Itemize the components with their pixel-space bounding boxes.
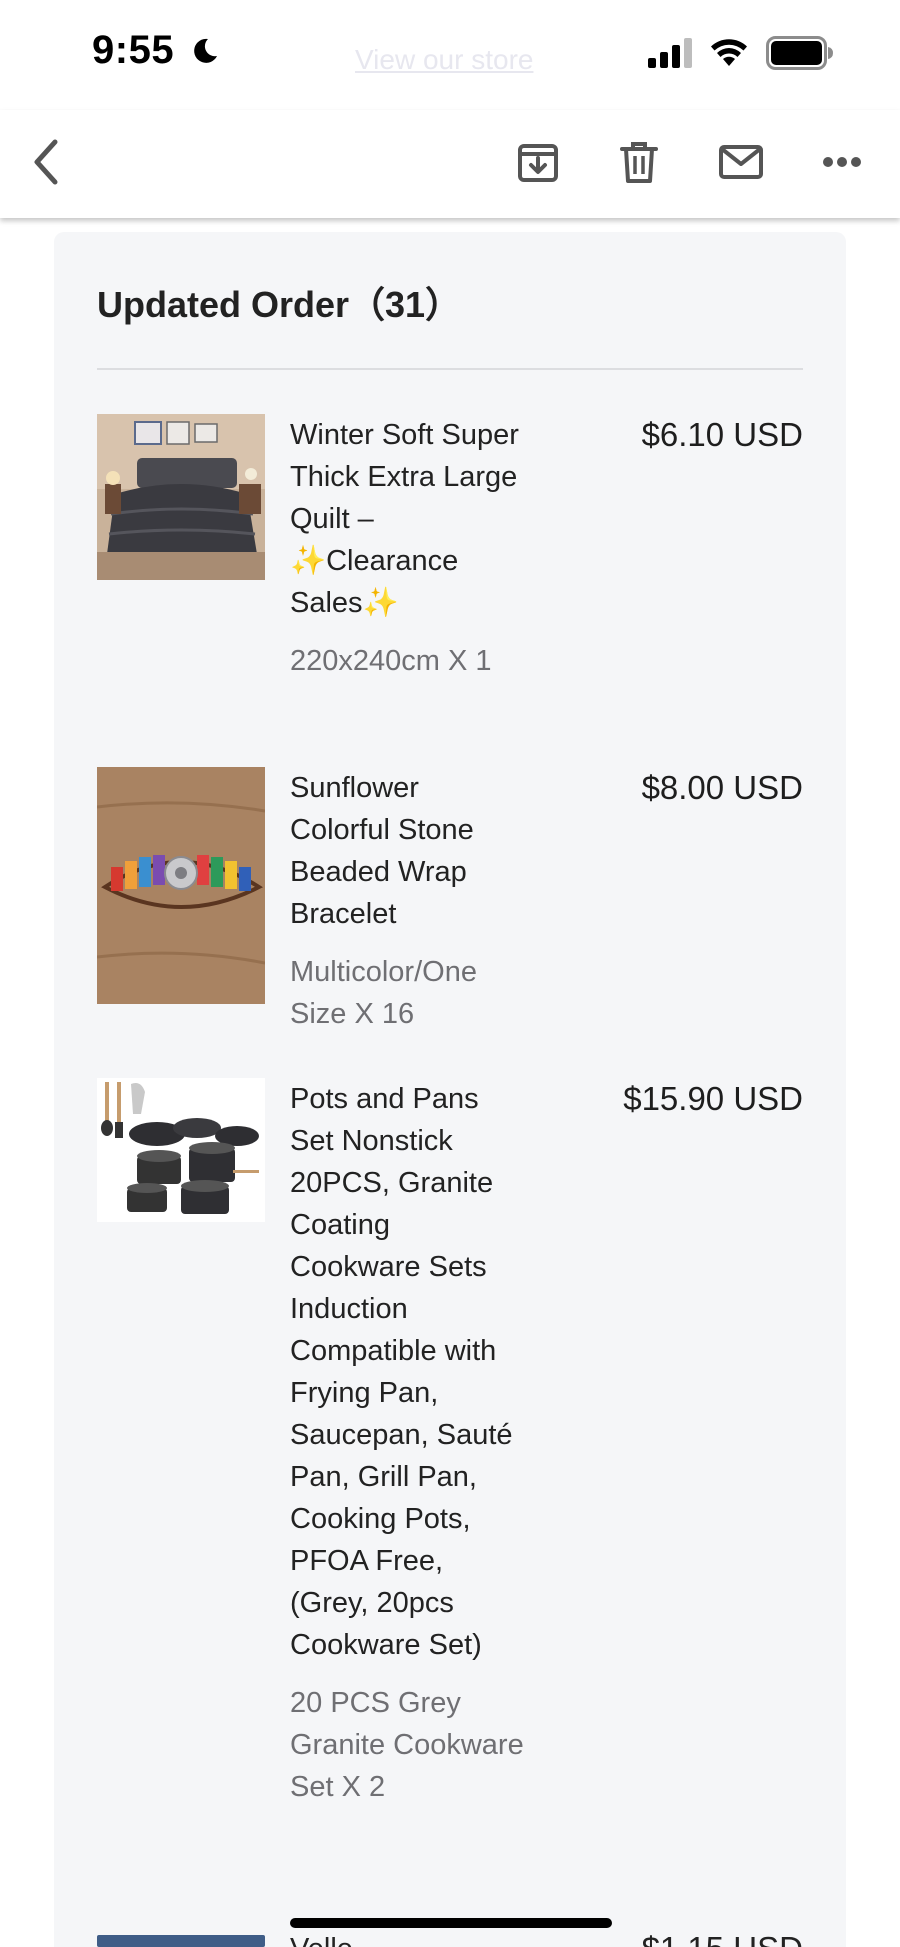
trash-icon — [620, 142, 658, 183]
item-price: $15.90 USD — [623, 1080, 803, 1117]
cellular-signal-icon — [648, 38, 692, 68]
battery-icon — [766, 36, 833, 70]
item-price: $6.10 USD — [641, 416, 803, 453]
item-info: Pots and Pans Set Nonstick 20PCS, Granit… — [290, 1078, 525, 1808]
more-button[interactable] — [812, 132, 872, 192]
next-item-image — [97, 1935, 265, 1947]
divider — [97, 368, 803, 370]
mark-unread-button[interactable] — [711, 132, 771, 192]
delete-button[interactable] — [609, 132, 669, 192]
quilt-product-image — [97, 414, 265, 580]
next-item-price: $1.15 USD — [642, 1934, 803, 1947]
archive-icon — [518, 144, 558, 182]
mail-toolbar — [0, 110, 900, 218]
item-info: Sunflower Colorful Stone Beaded Wrap Bra… — [290, 767, 525, 1035]
item-name: Winter Soft Super Thick Extra Large Quil… — [290, 419, 519, 619]
wifi-icon — [711, 39, 747, 66]
back-button[interactable] — [17, 132, 77, 192]
bracelet-product-image — [97, 767, 265, 1004]
home-indicator[interactable] — [290, 1918, 612, 1928]
back-chevron-icon — [34, 139, 58, 185]
item-info: Winter Soft Super Thick Extra Large Quil… — [290, 414, 525, 682]
order-title: Updated Order（31） — [97, 284, 462, 325]
view-store-link[interactable]: View our store — [355, 44, 533, 76]
item-name: Sunflower Colorful Stone Beaded Wrap Bra… — [290, 772, 474, 930]
item-name: Pots and Pans Set Nonstick 20PCS, Granit… — [290, 1083, 513, 1661]
mail-icon — [719, 145, 763, 179]
item-variant: Multicolor/One Size X 16 — [290, 956, 477, 1030]
status-bar: 9:55 View our store — [0, 0, 900, 110]
archive-button[interactable] — [508, 132, 568, 192]
item-variant: 20 PCS Grey Granite Cookware Set X 2 — [290, 1687, 524, 1803]
next-item-name: Velle — [290, 1934, 353, 1947]
item-variant: 220x240cm X 1 — [290, 645, 492, 677]
moon-icon — [194, 38, 217, 63]
status-time: 9:55 — [92, 28, 175, 72]
more-icon — [823, 157, 861, 167]
cookware-product-image — [97, 1078, 265, 1222]
item-price: $8.00 USD — [641, 769, 803, 806]
